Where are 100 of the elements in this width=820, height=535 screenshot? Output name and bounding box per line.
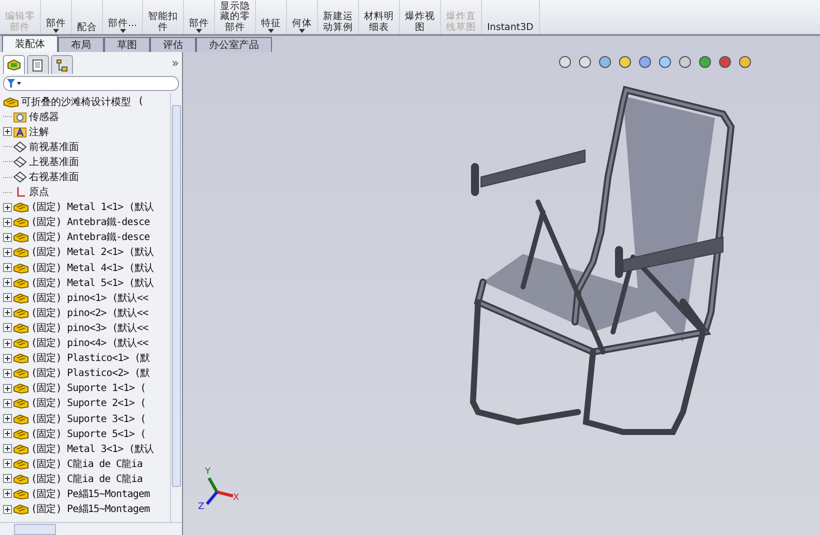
expand-icon[interactable] [4, 354, 11, 362]
tree-item[interactable]: (固定) Metal 2<1> (默认 [31, 245, 154, 260]
expand-icon[interactable] [4, 294, 11, 302]
expand-icon[interactable] [4, 279, 11, 286]
tab[interactable]: 办公室产品 [196, 37, 272, 52]
part-icon [13, 503, 29, 516]
expand-icon[interactable] [4, 460, 11, 468]
filter-icon[interactable] [7, 79, 21, 88]
tree-item[interactable]: 右视基准面 [29, 170, 79, 184]
tree-item[interactable]: 原点 [29, 185, 49, 200]
ribbon-button[interactable]: 特征 [256, 0, 288, 34]
tree-item[interactable]: (固定) pino<4> (默认<< [31, 336, 148, 350]
expand-icon[interactable] [4, 264, 11, 272]
panel-tab[interactable] [51, 55, 73, 74]
ribbon-button[interactable]: 配合 [72, 0, 103, 34]
part-icon [13, 458, 29, 470]
expand-icon[interactable] [4, 128, 11, 136]
document-icon [32, 58, 44, 72]
tree-item[interactable]: 传感器 [29, 110, 59, 124]
tree-item[interactable]: (固定) pino<3> (默认<< [31, 320, 148, 335]
tab[interactable]: 装配体 [2, 35, 58, 52]
part-icon [13, 488, 29, 500]
tree-item[interactable]: (固定) Suporte 1<1> ( [31, 381, 146, 396]
expand-icon[interactable] [4, 415, 11, 422]
tree-item[interactable]: (固定) pino<2> (默认<< [31, 306, 148, 320]
part-icon [13, 201, 29, 214]
ribbon-button[interactable]: 部件... [103, 0, 144, 34]
plane-icon [13, 171, 27, 184]
ribbon-button[interactable]: 新建运 动算例 [318, 0, 360, 34]
panel-tab[interactable] [27, 55, 49, 74]
tab[interactable]: 评估 [150, 37, 196, 52]
part-icon [13, 262, 29, 274]
tree-item[interactable]: (固定) Pe緇15~Montagem [31, 486, 150, 501]
tree-item[interactable]: (固定) Metal 5<1> (默认 [31, 276, 154, 290]
expand-icon[interactable] [4, 490, 11, 498]
tree-item[interactable]: (固定) Plastico<2> (默 [31, 366, 150, 380]
part-icon [13, 337, 29, 350]
expand-icon[interactable] [4, 248, 11, 256]
expand-icon[interactable] [4, 324, 11, 332]
tree-item[interactable]: (固定) Antebra鐵-desce [31, 230, 150, 244]
expand-icon[interactable] [4, 370, 11, 377]
ribbon-button[interactable]: Instant3D [482, 0, 540, 34]
configuration-icon [56, 58, 68, 72]
expand-icon[interactable] [4, 204, 11, 211]
part-icon [13, 322, 29, 334]
tree-root[interactable]: 可折叠的沙滩椅设计模型 [21, 94, 131, 109]
tree-item[interactable]: (固定) C龍ia de C龍ia [31, 472, 142, 486]
tree-item[interactable]: (固定) Pe緇15~Montagem [31, 502, 150, 516]
expand-icon[interactable] [4, 400, 11, 407]
plane-icon [13, 156, 27, 168]
tree-item[interactable]: (固定) Suporte 3<1> ( [31, 412, 146, 426]
tree-item[interactable]: (固定) Metal 4<1> (默认 [31, 260, 154, 275]
expand-button[interactable]: » [172, 56, 179, 70]
part-icon [13, 397, 29, 410]
ribbon-button[interactable]: 爆炸视 图 [400, 0, 442, 34]
scrollbar[interactable] [170, 93, 182, 522]
expand-icon[interactable] [4, 218, 11, 226]
axis-triad-drawing: Y X Z [195, 460, 245, 510]
ribbon-button[interactable]: 部件 [41, 0, 72, 34]
expand-icon[interactable] [4, 430, 11, 438]
ribbon-button[interactable]: 显示隐 藏的零 部件 [215, 0, 256, 34]
tree-item[interactable]: 注解 [29, 124, 49, 139]
tree-item[interactable]: (固定) Metal 1<1> (默认 [31, 200, 154, 214]
ribbon-button[interactable]: 材料明 细表 [359, 0, 400, 34]
expand-icon[interactable] [4, 234, 11, 241]
tree-item[interactable]: (固定) Plastico<1> (默 [31, 351, 150, 366]
tree-item[interactable]: (固定) Suporte 5<1> ( [31, 426, 146, 441]
folder-icon [13, 110, 27, 123]
part-icon [13, 352, 29, 364]
part-icon [13, 306, 29, 319]
horizontal-scrollbar[interactable] [0, 522, 182, 535]
tree-item[interactable]: (固定) Metal 3<1> (默认 [31, 442, 154, 456]
part-icon [13, 382, 29, 394]
tree-item[interactable]: 前视基准面 [29, 140, 79, 154]
annotation-icon [13, 126, 27, 138]
tab[interactable]: 布局 [58, 37, 104, 52]
expand-icon[interactable] [4, 475, 11, 482]
expand-icon[interactable] [4, 309, 11, 316]
part-icon [13, 412, 29, 425]
part-icon [13, 472, 29, 485]
part-icon [13, 442, 29, 455]
tree-item[interactable]: (固定) pino<1> (默认<< [31, 290, 148, 305]
expand-icon[interactable] [4, 384, 11, 392]
tree-item[interactable]: 上视基准面 [29, 154, 79, 169]
expand-icon[interactable] [4, 340, 11, 347]
panel-tab[interactable] [3, 55, 25, 74]
tab[interactable]: 草图 [104, 37, 150, 52]
tree-item[interactable]: (固定) Antebra鐵-desce [31, 215, 150, 230]
tree-item[interactable]: (固定) C龍ia de C龍ia [31, 456, 142, 471]
expand-icon[interactable] [4, 445, 11, 452]
ribbon-button[interactable]: 何体 [287, 0, 318, 34]
expand-icon[interactable] [4, 506, 11, 513]
part-icon [13, 276, 29, 289]
part-icon [13, 246, 29, 258]
ribbon-button[interactable]: 部件 [184, 0, 216, 34]
filter-field[interactable] [3, 76, 179, 91]
ribbon-button[interactable]: 智能扣 件 [143, 0, 184, 34]
part-icon [13, 216, 29, 228]
tree-item[interactable]: (固定) Suporte 2<1> ( [31, 396, 146, 410]
part-icon [3, 96, 19, 108]
